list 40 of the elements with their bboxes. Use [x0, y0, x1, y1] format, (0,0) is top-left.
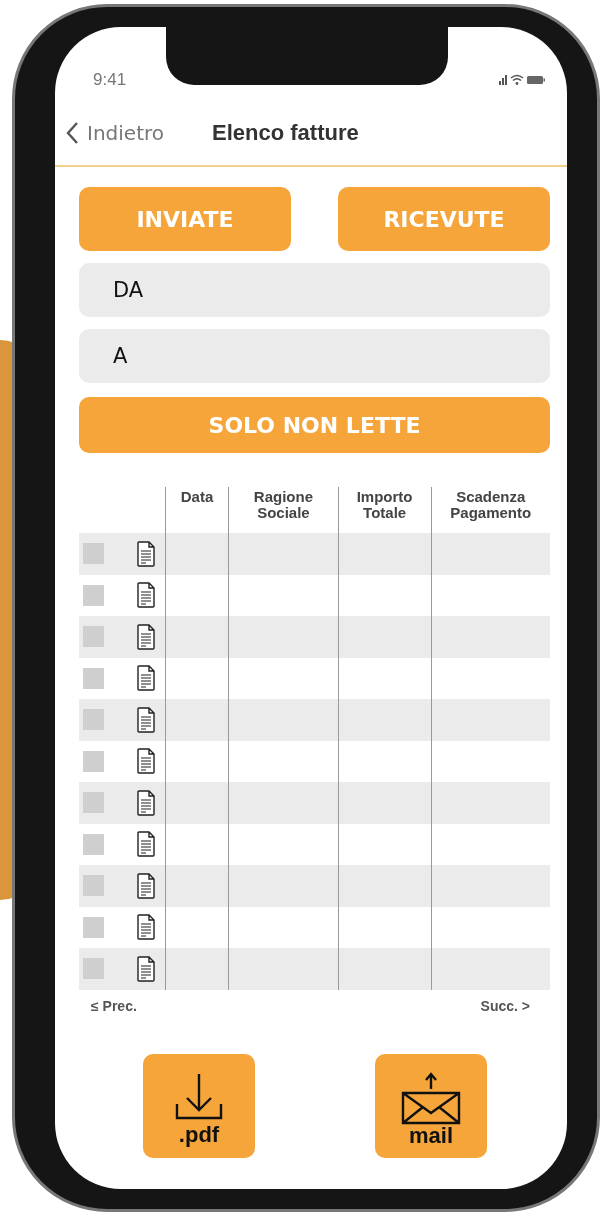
status-time: 9:41	[93, 70, 127, 90]
status-icons	[499, 73, 545, 87]
document-icon	[137, 706, 156, 733]
table-row[interactable]	[79, 865, 550, 907]
document-icon	[137, 831, 156, 858]
chevron-left-icon	[65, 121, 79, 145]
checkbox[interactable]	[83, 709, 104, 731]
envelope-upload-icon	[399, 1070, 463, 1125]
document-icon	[137, 623, 156, 650]
document-icon	[137, 665, 156, 692]
checkbox[interactable]	[83, 667, 104, 689]
document-icon	[137, 955, 156, 982]
table-row[interactable]	[79, 782, 550, 824]
checkbox[interactable]	[83, 792, 104, 814]
document-icon	[137, 872, 156, 899]
checkbox[interactable]	[83, 750, 104, 772]
document-icon	[137, 582, 156, 609]
checkbox[interactable]	[83, 543, 104, 565]
document-icon	[137, 748, 156, 775]
date-field[interactable]: A	[79, 329, 550, 383]
table-row[interactable]	[79, 948, 550, 990]
table-row[interactable]	[79, 616, 550, 658]
page-title: Elenco fatture	[212, 120, 359, 146]
table-row[interactable]	[79, 699, 550, 741]
checkbox[interactable]	[83, 626, 104, 648]
date-field[interactable]: DA	[79, 263, 550, 317]
document-icon	[137, 540, 156, 567]
mail-send-button[interactable]: mail	[375, 1053, 487, 1158]
checkbox[interactable]	[83, 916, 104, 938]
previous-page-link[interactable]: ≤ Prec.	[91, 997, 137, 1014]
checkbox[interactable]	[83, 833, 104, 855]
checkbox[interactable]	[83, 584, 104, 606]
checkbox[interactable]	[83, 875, 104, 897]
document-icon	[137, 789, 156, 816]
back-button[interactable]: Indietro	[65, 121, 164, 145]
document-icon	[137, 914, 156, 941]
pdf-download-button[interactable]: .pdf	[143, 1053, 255, 1158]
checkbox[interactable]	[83, 958, 104, 980]
next-page-link[interactable]: Succ. >	[480, 997, 530, 1014]
table-row[interactable]	[79, 533, 550, 575]
